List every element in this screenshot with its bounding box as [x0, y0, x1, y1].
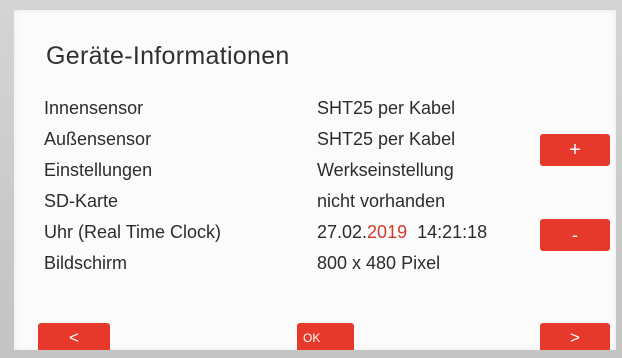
info-label-indoor-sensor: Innensensor	[44, 98, 144, 118]
info-value-indoor-sensor: SHT25 per Kabel	[317, 98, 456, 118]
decrement-button[interactable]: -	[540, 219, 610, 251]
info-value-settings: Werkseinstellung	[317, 160, 454, 180]
page-title: Geräte-Informationen	[46, 42, 290, 70]
previous-button[interactable]: <	[38, 323, 110, 350]
ok-button[interactable]: OK	[297, 323, 354, 350]
info-label-outdoor-sensor: Außensensor	[44, 129, 152, 149]
info-label-sd-card: SD-Karte	[44, 191, 119, 211]
next-button[interactable]: >	[540, 323, 610, 350]
rtc-date: 27.02.	[317, 222, 368, 242]
rtc-year: 2019	[367, 222, 408, 242]
info-label-settings: Einstellungen	[44, 160, 153, 180]
info-value-outdoor-sensor: SHT25 per Kabel	[317, 129, 456, 149]
info-value-sd-card: nicht vorhanden	[317, 191, 446, 211]
info-label-display: Bildschirm	[44, 253, 128, 273]
device-screen: Geräte-Informationen Innensensor SHT25 p…	[14, 10, 616, 350]
info-value-rtc: 27.02.2019 14:21:18	[317, 222, 542, 243]
info-label-rtc: Uhr (Real Time Clock)	[44, 222, 222, 242]
info-value-display: 800 x 480 Pixel	[317, 253, 441, 273]
increment-button[interactable]: +	[540, 134, 610, 166]
rtc-time: 14:21:18	[417, 222, 488, 242]
